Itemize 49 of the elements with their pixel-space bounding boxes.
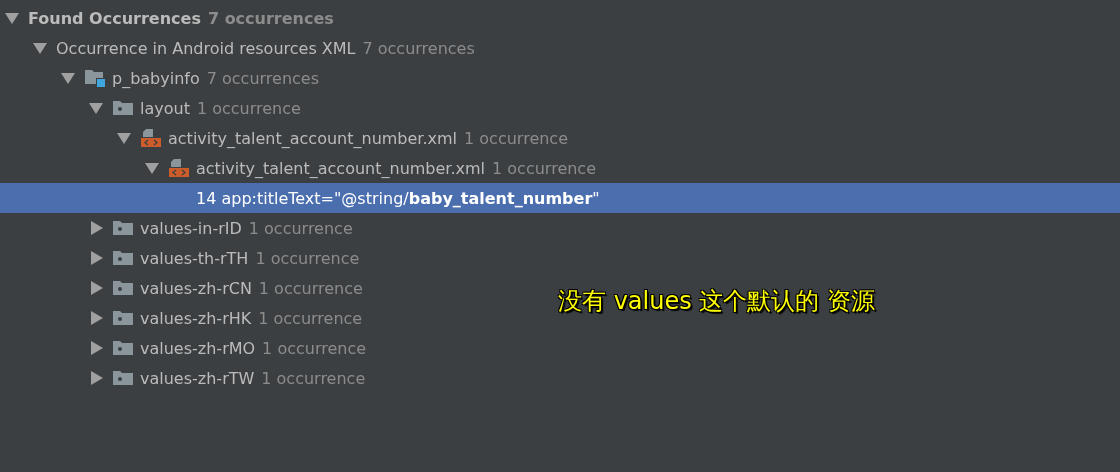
node-label[interactable]: values-zh-rTW — [140, 368, 255, 388]
collapsed-arrow-icon[interactable] — [88, 371, 104, 385]
xml-file-icon — [140, 128, 162, 148]
folder-icon — [112, 98, 134, 118]
node-label[interactable]: Occurrence in Android resources XML — [56, 38, 356, 58]
code-line[interactable]: 14 app:titleText="@string/baby_talent_number" — [196, 188, 600, 208]
folder-icon — [112, 248, 134, 268]
collapsed-arrow-icon[interactable] — [88, 311, 104, 325]
folder-icon — [112, 218, 134, 238]
collapsed-arrow-icon[interactable] — [88, 281, 104, 295]
occurrence-count: 1 occurrence — [258, 308, 363, 328]
node-label[interactable]: values-zh-rHK — [140, 308, 252, 328]
expanded-arrow-icon[interactable] — [144, 161, 160, 175]
node-label[interactable]: values-in-rID — [140, 218, 242, 238]
folder-icon — [112, 368, 134, 388]
selection-highlight[interactable]: 14 app:titleText="@string/baby_talent_number" — [0, 183, 1120, 213]
collapsed-arrow-icon[interactable] — [88, 341, 104, 355]
expanded-arrow-icon[interactable] — [88, 101, 104, 115]
occurrence-count: 1 occurrence — [492, 158, 596, 178]
node-label[interactable]: values-zh-rMO — [140, 338, 256, 358]
expanded-arrow-icon[interactable] — [60, 71, 76, 85]
expanded-arrow-icon[interactable] — [4, 11, 20, 25]
node-label[interactable]: Found Occurrences — [28, 8, 201, 28]
occurrence-count: 7 occurrences — [207, 8, 334, 28]
folder-icon — [112, 338, 134, 358]
occurrence-count: 1 occurrence — [262, 338, 367, 358]
occurrence-count: 7 occurrences — [362, 38, 475, 58]
xml-file-icon — [168, 158, 190, 178]
node-label[interactable]: values-zh-rCN — [140, 278, 252, 298]
occurrence-count: 1 occurrence — [261, 368, 366, 388]
annotation-text: 没有 values 这个默认的 资源 — [558, 286, 875, 317]
node-label[interactable]: activity_talent_account_number.xml — [168, 128, 458, 148]
node-label[interactable]: layout — [140, 98, 190, 118]
expanded-arrow-icon[interactable] — [32, 41, 48, 55]
folder-icon — [112, 278, 134, 298]
collapsed-arrow-icon[interactable] — [88, 251, 104, 265]
node-label[interactable]: activity_talent_account_number.xml — [196, 158, 486, 178]
folder-icon — [112, 308, 134, 328]
node-label[interactable]: values-th-rTH — [140, 248, 249, 268]
occurrence-count: 7 occurrences — [206, 68, 320, 88]
module-folder-icon — [84, 68, 106, 88]
node-label[interactable]: p_babyinfo — [112, 68, 200, 88]
occurrence-count: 1 occurrence — [464, 128, 568, 148]
occurrence-count: 1 occurrence — [258, 278, 363, 298]
occurrence-count: 1 occurrence — [248, 218, 353, 238]
expanded-arrow-icon[interactable] — [116, 131, 132, 145]
collapsed-arrow-icon[interactable] — [88, 221, 104, 235]
occurrence-count: 1 occurrence — [196, 98, 301, 118]
occurrence-count: 1 occurrence — [255, 248, 360, 268]
